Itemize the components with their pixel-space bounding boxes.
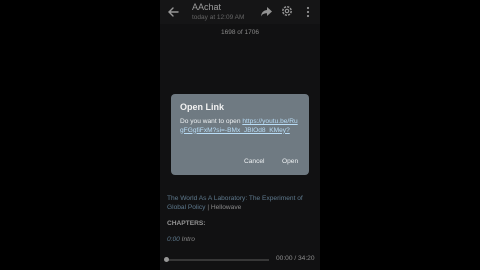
dialog-title: Open Link <box>180 102 225 112</box>
dialog-prompt: Do you want to open <box>180 118 243 125</box>
dialog-body: Do you want to open https://youtu.be/Rug… <box>180 118 298 135</box>
open-link-dialog: Open Link Do you want to open https://yo… <box>171 94 309 175</box>
open-button[interactable]: Open <box>282 158 298 165</box>
phone-screen: AAchat today at 12:09 AM 1698 of 1706 Th… <box>160 0 320 270</box>
cancel-button[interactable]: Cancel <box>244 158 265 165</box>
